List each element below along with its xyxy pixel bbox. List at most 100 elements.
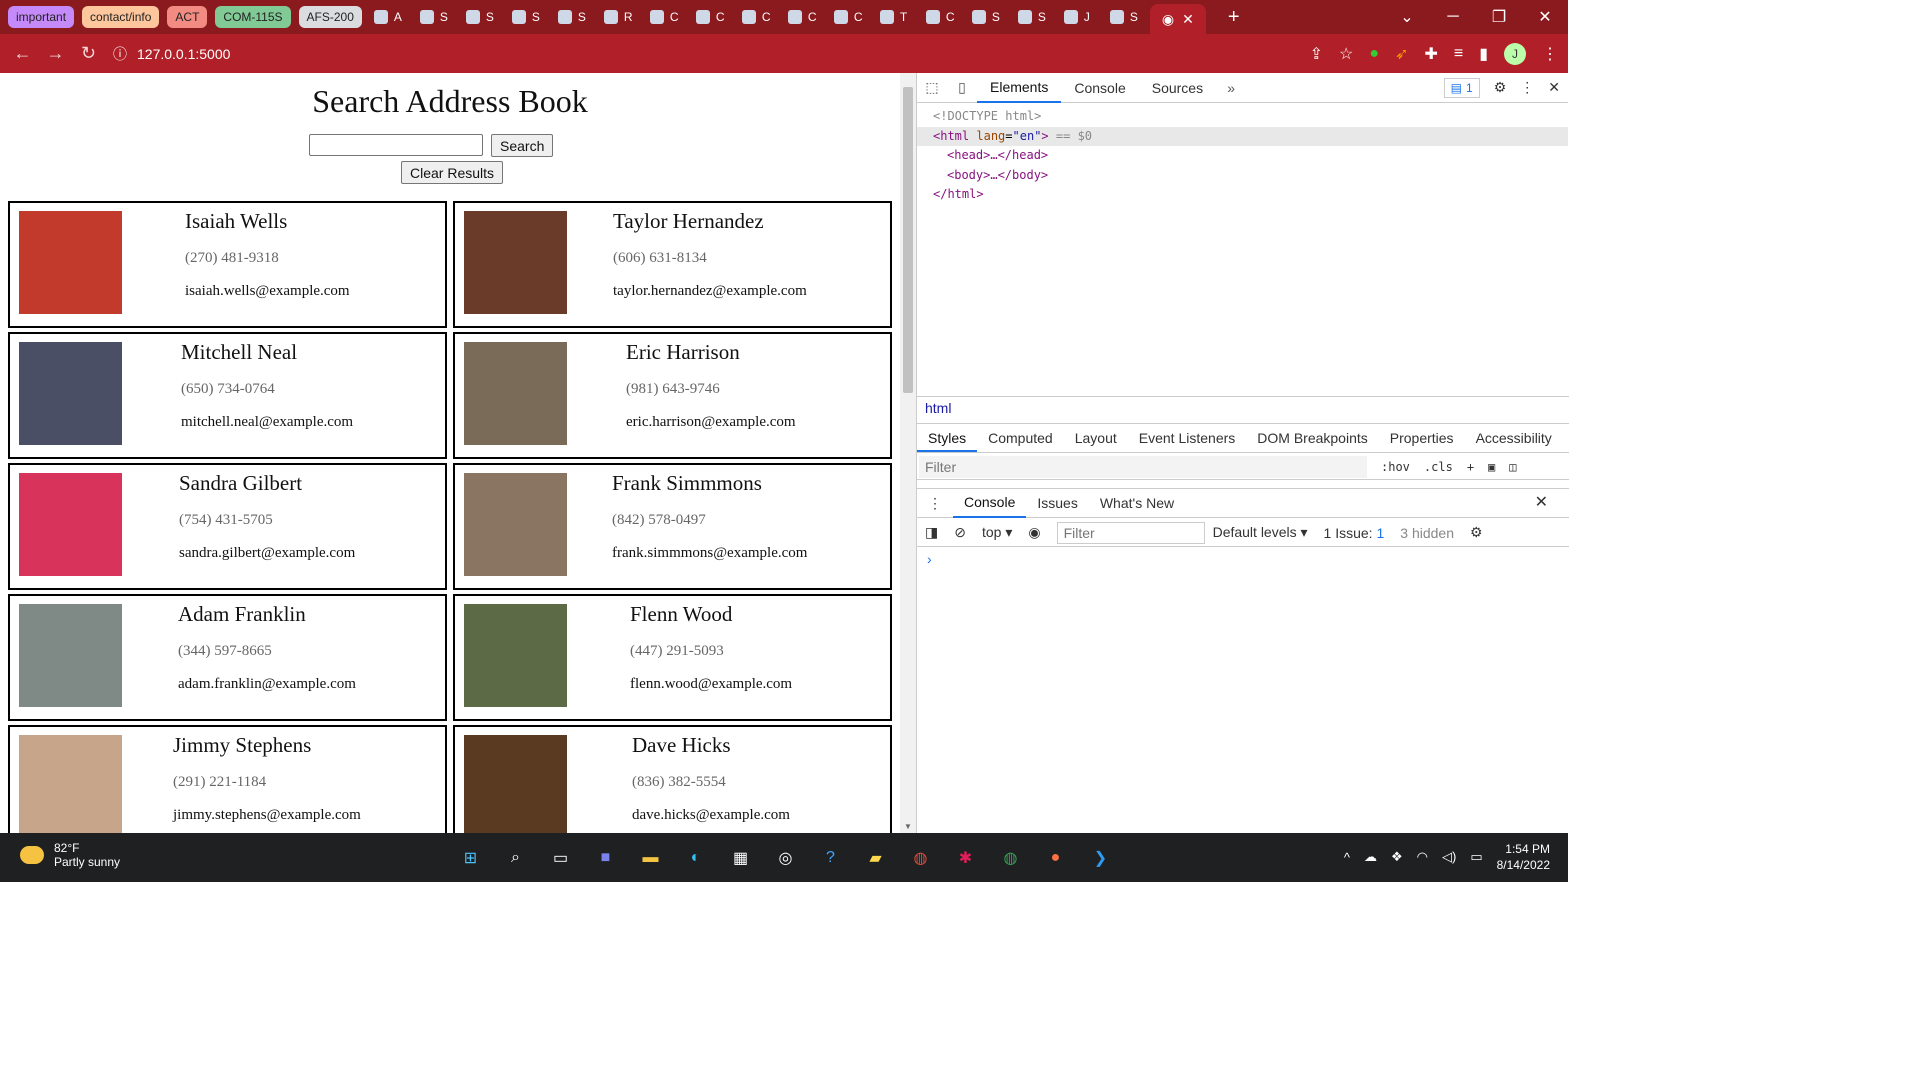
- start-icon[interactable]: ⊞: [455, 843, 486, 873]
- sticky-notes-icon[interactable]: ▰: [860, 843, 891, 873]
- info-icon[interactable]: ⓘ: [113, 44, 127, 64]
- browser-tab[interactable]: R: [598, 0, 644, 34]
- subtab-layout[interactable]: Layout: [1064, 424, 1128, 452]
- browser-tab[interactable]: C: [920, 0, 966, 34]
- extension-swift-icon[interactable]: ➶: [1395, 44, 1408, 64]
- browser-tab[interactable]: C: [644, 0, 690, 34]
- browser-tab[interactable]: S: [1104, 0, 1150, 34]
- chrome-profile-icon[interactable]: ◍: [995, 843, 1026, 873]
- dropbox-icon[interactable]: ❖: [1391, 849, 1403, 865]
- task-view-icon[interactable]: ▭: [545, 843, 576, 873]
- chrome-icon[interactable]: ◍: [905, 843, 936, 873]
- dom-body[interactable]: <body>…</body>: [917, 166, 1568, 186]
- postman-icon[interactable]: ●: [1040, 843, 1071, 873]
- store-icon[interactable]: ▦: [725, 843, 756, 873]
- device-toggle-icon[interactable]: ▯: [947, 79, 977, 96]
- new-tab-button[interactable]: +: [1228, 6, 1240, 29]
- volume-icon[interactable]: ◁): [1442, 849, 1456, 865]
- browser-tab[interactable]: S: [1012, 0, 1058, 34]
- sidebar-toggle-icon[interactable]: ◨: [917, 524, 946, 541]
- sidepanel-icon[interactable]: ▮: [1479, 44, 1488, 64]
- tab-sources[interactable]: Sources: [1139, 73, 1216, 103]
- tab-group-chip[interactable]: important: [8, 6, 75, 28]
- paint-icon[interactable]: ▣: [1488, 460, 1495, 474]
- extensions-puzzle-icon[interactable]: ✚: [1424, 44, 1437, 64]
- browser-tab[interactable]: S: [460, 0, 506, 34]
- browser-tab[interactable]: C: [736, 0, 782, 34]
- console-settings-icon[interactable]: ⚙: [1462, 524, 1491, 541]
- help-icon[interactable]: ?: [815, 843, 846, 873]
- clear-results-button[interactable]: Clear Results: [401, 161, 504, 184]
- extension-m-icon[interactable]: ●: [1369, 45, 1379, 63]
- issue-count[interactable]: 1 Issue: 1: [1316, 525, 1393, 541]
- slack-icon[interactable]: ✱: [950, 843, 981, 873]
- address-bar[interactable]: ⓘ 127.0.0.1:5000: [113, 39, 1263, 69]
- subtab-computed[interactable]: Computed: [977, 424, 1064, 452]
- console-filter-input[interactable]: Filter: [1056, 521, 1205, 544]
- inspect-icon[interactable]: ⬚: [917, 79, 947, 96]
- tab-group-chip[interactable]: COM-115S: [215, 6, 291, 28]
- console-prompt-icon[interactable]: ›: [927, 551, 932, 567]
- scrollbar-thumb[interactable]: [903, 87, 913, 393]
- forward-button[interactable]: →: [39, 43, 72, 64]
- restore-button[interactable]: ❐: [1476, 7, 1522, 27]
- browser-tab[interactable]: C: [782, 0, 828, 34]
- levels-select[interactable]: Default levels ▾: [1205, 524, 1316, 541]
- subtab-styles[interactable]: Styles: [917, 424, 978, 452]
- add-rule-icon[interactable]: +: [1467, 460, 1474, 474]
- more-tabs-icon[interactable]: »: [1216, 80, 1246, 96]
- search-input[interactable]: [309, 134, 483, 156]
- cls-toggle[interactable]: .cls: [1424, 460, 1453, 474]
- cloud-icon[interactable]: ☁: [1364, 849, 1377, 865]
- clear-console-icon[interactable]: ⊘: [946, 524, 974, 541]
- drawer-tab-console[interactable]: Console: [953, 488, 1027, 518]
- drawer-tab-what-s-new[interactable]: What's New: [1089, 489, 1185, 517]
- page-scrollbar[interactable]: ▼: [900, 73, 916, 833]
- dom-head[interactable]: <head>…</head>: [917, 146, 1568, 166]
- teams-icon[interactable]: ■: [590, 843, 621, 873]
- dom-html-line[interactable]: <html lang="en"> == $0: [917, 126, 1568, 146]
- clock[interactable]: 1:54 PM 8/14/2022: [1497, 841, 1550, 873]
- bookmark-star-icon[interactable]: ☆: [1339, 44, 1353, 64]
- issues-badge[interactable]: ▤ 1: [1443, 77, 1480, 98]
- browser-tab[interactable]: J: [1058, 0, 1104, 34]
- context-select[interactable]: top ▾: [974, 524, 1020, 541]
- subtab-event-listeners[interactable]: Event Listeners: [1128, 424, 1247, 452]
- github-icon[interactable]: ◎: [770, 843, 801, 873]
- browser-tab[interactable]: C: [690, 0, 736, 34]
- settings-gear-icon[interactable]: ⚙: [1494, 79, 1507, 96]
- tab-group-chip[interactable]: ACT: [167, 6, 208, 28]
- eye-icon[interactable]: ◉: [1020, 524, 1048, 541]
- close-tab-icon[interactable]: ✕: [1182, 11, 1194, 28]
- browser-tab[interactable]: S: [552, 0, 598, 34]
- media-icon[interactable]: ≡: [1454, 45, 1463, 63]
- profile-avatar[interactable]: J: [1504, 42, 1526, 65]
- browser-tab[interactable]: S: [966, 0, 1012, 34]
- tab-search-icon[interactable]: ⌄: [1384, 7, 1430, 27]
- tab-group-chip[interactable]: contact/info: [82, 6, 160, 28]
- breadcrumb[interactable]: html: [917, 396, 1569, 420]
- close-window-button[interactable]: ✕: [1522, 7, 1568, 27]
- close-drawer-icon[interactable]: ✕: [1524, 489, 1559, 517]
- search-button[interactable]: Search: [491, 134, 554, 157]
- toggle-sidebar-icon[interactable]: ◫: [1509, 460, 1516, 474]
- browser-tab[interactable]: C: [828, 0, 874, 34]
- tray-chevron-icon[interactable]: ^: [1344, 850, 1350, 865]
- browser-tab[interactable]: T: [874, 0, 920, 34]
- dom-doctype[interactable]: <!DOCTYPE html>: [917, 107, 1568, 127]
- search-icon[interactable]: ⌕: [500, 843, 531, 873]
- subtab-dom-breakpoints[interactable]: DOM Breakpoints: [1246, 424, 1378, 452]
- close-devtools-icon[interactable]: ✕: [1548, 79, 1560, 96]
- wifi-icon[interactable]: ◠: [1417, 849, 1428, 865]
- drawer-tab-issues[interactable]: Issues: [1026, 489, 1088, 517]
- dom-html-close[interactable]: </html>: [917, 185, 1568, 205]
- browser-tab[interactable]: S: [414, 0, 460, 34]
- file-explorer-icon[interactable]: ▬: [635, 843, 666, 873]
- active-tab[interactable]: ◉ ✕: [1149, 4, 1206, 34]
- battery-icon[interactable]: ▭: [1470, 849, 1482, 865]
- weather-widget[interactable]: 82°F Partly sunny: [20, 841, 120, 869]
- minimize-button[interactable]: ─: [1430, 8, 1476, 26]
- styles-filter-input[interactable]: Filter: [919, 455, 1367, 478]
- reload-button[interactable]: ↻: [72, 43, 105, 64]
- scroll-down-icon[interactable]: ▼: [904, 822, 912, 831]
